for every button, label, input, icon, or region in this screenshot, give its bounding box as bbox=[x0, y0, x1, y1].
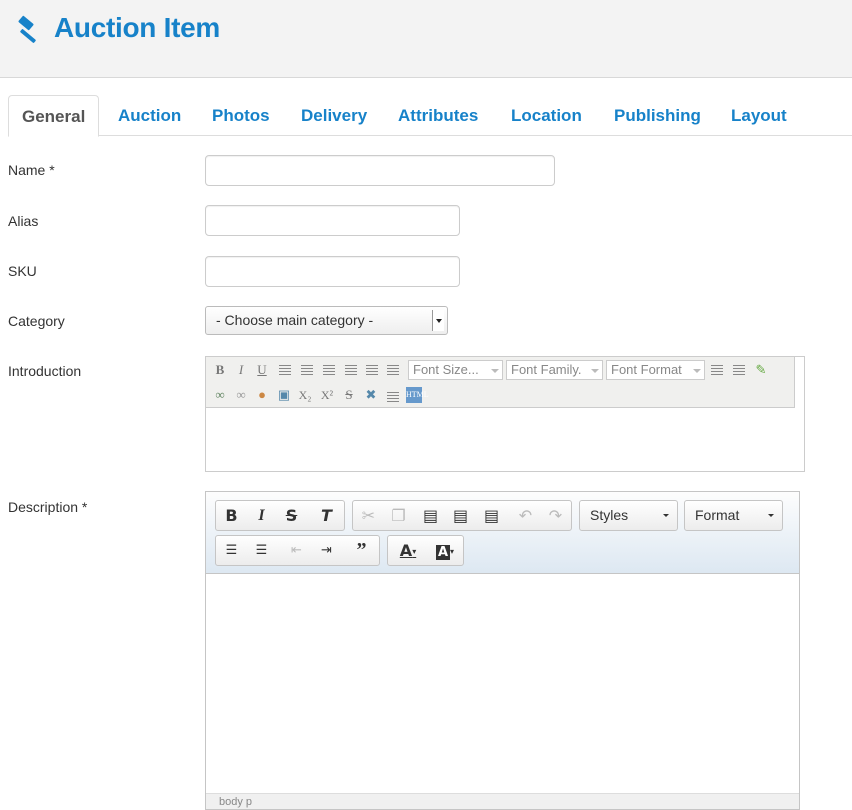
description-editor: B I S T ✂ ❐ ▤ ▤ ▤ ↶ ↷ Styles Format ☰ ☰ … bbox=[205, 491, 800, 810]
cleanup-icon[interactable]: ✎ bbox=[753, 362, 769, 378]
chevron-down-icon bbox=[690, 361, 704, 379]
tab-photos[interactable]: Photos bbox=[212, 95, 270, 136]
bullet-list-icon[interactable]: ☰ bbox=[247, 536, 276, 565]
tab-auction[interactable]: Auction bbox=[118, 95, 181, 136]
text-color-icon[interactable]: A▾ bbox=[390, 536, 426, 565]
outdent-icon[interactable]: ⇤ bbox=[282, 536, 311, 565]
align-center-icon[interactable] bbox=[301, 365, 313, 376]
tab-publishing[interactable]: Publishing bbox=[614, 95, 701, 136]
bold-icon[interactable]: B bbox=[217, 501, 246, 530]
select-arrow-icon bbox=[432, 310, 444, 331]
strikethrough-icon[interactable]: S bbox=[341, 387, 357, 403]
unordered-list-icon[interactable] bbox=[387, 365, 399, 376]
align-justify-icon[interactable] bbox=[345, 365, 357, 376]
font-family-select-label: Font Family. bbox=[511, 362, 582, 377]
link-icon[interactable]: ∞ bbox=[212, 387, 228, 403]
name-label: Name * bbox=[8, 162, 55, 178]
category-label: Category bbox=[8, 313, 65, 329]
sku-input[interactable] bbox=[205, 256, 460, 287]
align-right-icon[interactable] bbox=[323, 365, 335, 376]
page-header: Auction Item bbox=[0, 0, 852, 78]
tab-delivery[interactable]: Delivery bbox=[301, 95, 367, 136]
chevron-down-icon bbox=[768, 514, 774, 517]
subscript-icon[interactable]: X₂ bbox=[297, 387, 313, 403]
remove-format-icon[interactable]: T bbox=[312, 501, 341, 530]
underline-icon[interactable]: U bbox=[254, 362, 270, 378]
ordered-list-icon[interactable] bbox=[366, 365, 378, 376]
tab-general[interactable]: General bbox=[8, 95, 100, 137]
page-title: Auction Item bbox=[54, 12, 220, 43]
clipboard-button-group: ✂ ❐ ▤ ▤ ▤ ↶ ↷ bbox=[352, 500, 572, 531]
list-button-group: ☰ ☰ ⇤ ⇥ ” bbox=[215, 535, 380, 566]
description-toolbar: B I S T ✂ ❐ ▤ ▤ ▤ ↶ ↷ Styles Format ☰ ☰ … bbox=[206, 492, 799, 574]
tab-attributes[interactable]: Attributes bbox=[398, 95, 478, 136]
font-format-select[interactable]: Font Format bbox=[606, 360, 705, 380]
chevron-down-icon bbox=[663, 514, 669, 517]
horizontal-rule-icon[interactable] bbox=[387, 392, 399, 403]
introduction-editor: B I U Font Size... Font Family. Font For… bbox=[205, 356, 805, 472]
strikethrough-icon[interactable]: S bbox=[277, 501, 306, 530]
gavel-icon bbox=[18, 15, 36, 43]
category-select-value: - Choose main category - bbox=[216, 312, 374, 328]
alias-label: Alias bbox=[8, 213, 39, 229]
cut-icon[interactable]: ✂ bbox=[354, 501, 383, 530]
superscript-icon[interactable]: X² bbox=[319, 387, 335, 403]
font-family-select[interactable]: Font Family. bbox=[506, 360, 603, 380]
image-icon[interactable]: ▣ bbox=[276, 387, 292, 403]
indent-icon[interactable]: ⇥ bbox=[312, 536, 341, 565]
tab-bar: General Auction Photos Delivery Attribut… bbox=[8, 95, 852, 137]
remove-format-icon[interactable]: ✖ bbox=[363, 387, 379, 403]
format-button-group: B I S T bbox=[215, 500, 345, 531]
font-size-select[interactable]: Font Size... bbox=[408, 360, 503, 380]
italic-icon[interactable]: I bbox=[233, 362, 249, 378]
introduction-label: Introduction bbox=[8, 363, 82, 379]
editor-status-path: body p bbox=[206, 793, 799, 809]
description-text-area[interactable] bbox=[206, 575, 799, 793]
undo-icon[interactable]: ↶ bbox=[511, 501, 540, 530]
background-color-icon[interactable]: A ▾ bbox=[427, 536, 463, 565]
outdent-icon[interactable] bbox=[711, 365, 723, 376]
format-dropdown-label: Format bbox=[685, 501, 782, 530]
unlink-icon[interactable]: ∞ bbox=[233, 387, 249, 403]
align-left-icon[interactable] bbox=[279, 365, 291, 376]
bold-icon[interactable]: B bbox=[212, 362, 228, 378]
paste-text-icon[interactable]: ▤ bbox=[446, 501, 475, 530]
introduction-toolbar: B I U Font Size... Font Family. Font For… bbox=[206, 357, 795, 408]
format-dropdown-text: Format bbox=[695, 507, 740, 523]
font-size-select-label: Font Size... bbox=[413, 362, 479, 377]
anchor-icon[interactable]: ● bbox=[254, 387, 270, 403]
styles-dropdown[interactable]: Styles bbox=[579, 500, 678, 531]
category-select[interactable]: - Choose main category - bbox=[205, 306, 448, 335]
description-label: Description * bbox=[8, 499, 88, 515]
paste-word-icon[interactable]: ▤ bbox=[477, 501, 506, 530]
font-format-select-label: Font Format bbox=[611, 362, 682, 377]
color-button-group: A▾ A ▾ bbox=[387, 535, 464, 566]
paste-icon[interactable]: ▤ bbox=[416, 501, 445, 530]
sku-label: SKU bbox=[8, 263, 37, 279]
styles-dropdown-text: Styles bbox=[590, 507, 629, 523]
alias-input[interactable] bbox=[205, 205, 460, 236]
copy-icon[interactable]: ❐ bbox=[384, 501, 413, 530]
ordered-list-icon[interactable]: ☰ bbox=[217, 536, 246, 565]
format-dropdown[interactable]: Format bbox=[684, 500, 783, 531]
italic-icon[interactable]: I bbox=[247, 501, 276, 530]
html-source-icon[interactable]: HTML bbox=[406, 387, 429, 403]
tab-location[interactable]: Location bbox=[511, 95, 582, 136]
indent-icon[interactable] bbox=[733, 365, 745, 376]
blockquote-icon[interactable]: ” bbox=[347, 536, 376, 565]
introduction-text-area[interactable] bbox=[206, 409, 804, 471]
tab-layout[interactable]: Layout bbox=[731, 95, 787, 136]
chevron-down-icon bbox=[488, 361, 502, 379]
redo-icon[interactable]: ↷ bbox=[541, 501, 570, 530]
name-input[interactable] bbox=[205, 155, 555, 186]
chevron-down-icon bbox=[588, 361, 602, 379]
styles-dropdown-label: Styles bbox=[580, 501, 677, 530]
